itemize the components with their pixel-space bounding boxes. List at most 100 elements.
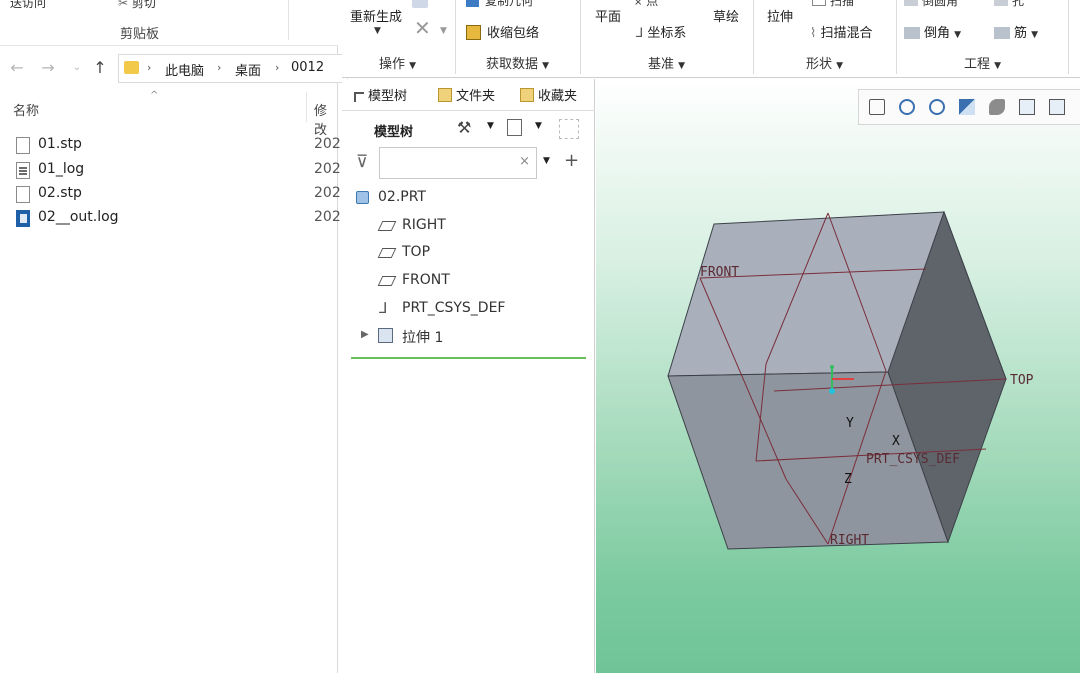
insert-indicator[interactable] [351, 357, 586, 359]
tab-model-tree[interactable]: 模型树 [354, 85, 407, 104]
breadcrumb-desktop[interactable]: 桌面 [235, 60, 261, 79]
regenerate-button[interactable]: 重新生成 [350, 6, 402, 25]
datum-label-right[interactable]: RIGHT [830, 533, 869, 548]
navigation-bar: ← → ⌄ ↑ › 此电脑 › 桌面 › 0012 [0, 50, 348, 86]
explorer-ribbon: 送访问 ✂ 剪切 剪贴板 [0, 0, 338, 46]
datum-label-top[interactable]: TOP [1010, 373, 1034, 388]
out-log-file-icon [16, 210, 30, 227]
chevron-right-icon[interactable]: › [275, 61, 279, 74]
chevron-down-icon[interactable]: ▼ [487, 121, 494, 131]
column-divider[interactable] [306, 92, 307, 122]
extrude-button[interactable]: 拉伸 [767, 6, 793, 25]
sort-ascending-icon: ^ [150, 90, 159, 101]
datum-plane-icon [377, 276, 397, 286]
folder-icon [124, 61, 139, 74]
rib-icon [994, 27, 1010, 39]
tree-item-datum[interactable]: FRONT [342, 269, 595, 293]
hole-button[interactable]: 孔 [994, 0, 1024, 9]
tree-item-datum[interactable]: TOP [342, 241, 595, 265]
copy-geometry-button[interactable]: 复制几何 [466, 0, 533, 9]
tree-item-label: FRONT [402, 272, 450, 288]
chevron-down-icon[interactable]: ▼ [543, 156, 550, 166]
favorites-icon [520, 88, 534, 102]
hole-icon [994, 0, 1008, 6]
tree-filters-icon[interactable] [559, 119, 579, 139]
copy-icon[interactable] [412, 0, 428, 8]
tree-item-label: TOP [402, 244, 431, 260]
filter-icon[interactable]: ⊽ [356, 152, 368, 172]
arrow-right-icon[interactable]: → [38, 58, 58, 77]
sweep-icon [812, 0, 826, 6]
group-engineering[interactable]: 工程 ▼ [964, 53, 1001, 72]
tree-item-label: 02.PRT [378, 189, 426, 205]
tree-item-label: RIGHT [402, 217, 446, 233]
column-header-name[interactable]: 名称 [13, 100, 39, 119]
rib-button[interactable]: 筋 ▼ [994, 22, 1038, 41]
swept-blend-button[interactable]: ⌇ 扫描混合 [810, 22, 873, 41]
chevron-down-icon[interactable]: ▼ [440, 26, 447, 36]
extrude-feature-icon [378, 328, 393, 343]
breadcrumb-this-pc[interactable]: 此电脑 [165, 60, 204, 79]
group-datum[interactable]: 基准 ▼ [648, 53, 685, 72]
csys-button[interactable]: ⅃ 坐标系 [636, 22, 686, 41]
plane-button[interactable]: 平面 [595, 6, 621, 25]
model-canvas[interactable]: FRONT TOP RIGHT PRT_CSYS_DEF Y X Z [596, 79, 1080, 673]
tab-folder[interactable]: 文件夹 [438, 85, 504, 104]
clear-icon[interactable]: × [519, 154, 530, 169]
tree-search-input[interactable]: × [379, 147, 537, 179]
tree-title: 模型树 [374, 125, 414, 140]
graphics-viewport[interactable]: FRONT TOP RIGHT PRT_CSYS_DEF Y X Z [596, 79, 1080, 673]
file-row[interactable]: 01_log 202 [0, 158, 341, 182]
tree-search-field[interactable] [384, 148, 514, 176]
point-button[interactable]: × 点 [634, 0, 658, 9]
ribbon-divider [580, 0, 581, 74]
axis-label-y: Y [846, 416, 854, 431]
datum-label-front[interactable]: FRONT [700, 265, 739, 280]
ribbon-cut-label[interactable]: 送访问 [10, 0, 46, 11]
settings-tools-icon[interactable]: ⚒ [457, 118, 471, 137]
file-name: 02.stp [38, 185, 82, 201]
file-date: 202 [314, 161, 341, 177]
cut-button[interactable]: ✂ 剪切 [118, 0, 156, 11]
sweep-button[interactable]: 扫描 [812, 0, 854, 9]
chevron-right-icon[interactable]: › [147, 61, 151, 74]
copy-geometry-icon [466, 0, 479, 7]
file-date: 202 [314, 185, 341, 201]
tree-item-extrude[interactable]: ▶ 拉伸 1 [342, 324, 595, 348]
file-row[interactable]: 02__out.log 202 [0, 206, 341, 230]
address-bar[interactable]: › 此电脑 › 桌面 › 0012 [118, 54, 348, 83]
show-list-icon[interactable] [507, 119, 522, 136]
ribbon-divider [896, 0, 897, 74]
tree-item-part[interactable]: 02.PRT [342, 186, 595, 210]
panel-tabs: 模型树 文件夹 收藏夹 [342, 79, 595, 111]
csys-icon: ⅃ [636, 26, 644, 41]
add-icon[interactable]: + [564, 150, 579, 171]
arrow-up-icon[interactable]: ↑ [90, 58, 110, 77]
file-row[interactable]: 01.stp 202 [0, 133, 341, 157]
chevron-down-icon[interactable]: ▼ [535, 121, 542, 131]
tab-favorites[interactable]: 收藏夹 [520, 85, 586, 104]
delete-icon[interactable]: ✕ [414, 16, 431, 40]
tree-item-datum[interactable]: RIGHT [342, 214, 595, 238]
chamfer-button[interactable]: 倒角 ▼ [904, 22, 961, 41]
tree-toolbar: 模型树 ⚒ ▼ ▼ [342, 113, 595, 145]
arrow-left-icon[interactable]: ← [7, 58, 27, 77]
chevron-down-icon[interactable]: ▼ [374, 26, 381, 36]
tree-item-label: 拉伸 1 [402, 330, 444, 346]
round-button[interactable]: 倒圆角 [904, 0, 958, 9]
expand-arrow-icon[interactable]: ▶ [361, 329, 369, 340]
csys-label[interactable]: PRT_CSYS_DEF [866, 452, 960, 467]
chevron-right-icon[interactable]: › [217, 61, 221, 74]
group-get-data[interactable]: 获取数据 ▼ [486, 53, 549, 72]
log-file-icon [16, 162, 30, 179]
group-operations[interactable]: 操作 ▼ [379, 53, 416, 72]
axis-label-z: Z [844, 472, 852, 487]
chevron-down-icon[interactable]: ⌄ [67, 62, 87, 73]
tree-item-csys[interactable]: ⅃ PRT_CSYS_DEF [342, 297, 595, 321]
shrinkwrap-button[interactable]: 收缩包络 [466, 22, 539, 41]
sketch-button[interactable]: 草绘 [713, 6, 739, 25]
creo-ribbon: 重新生成 ▼ ✕ ▼ 操作 ▼ 复制几何 收缩包络 获取数据 ▼ 平面 × 点 … [342, 0, 1080, 78]
group-shapes[interactable]: 形状 ▼ [806, 53, 843, 72]
breadcrumb-folder[interactable]: 0012 [291, 60, 324, 75]
file-row[interactable]: 02.stp 202 [0, 182, 341, 206]
